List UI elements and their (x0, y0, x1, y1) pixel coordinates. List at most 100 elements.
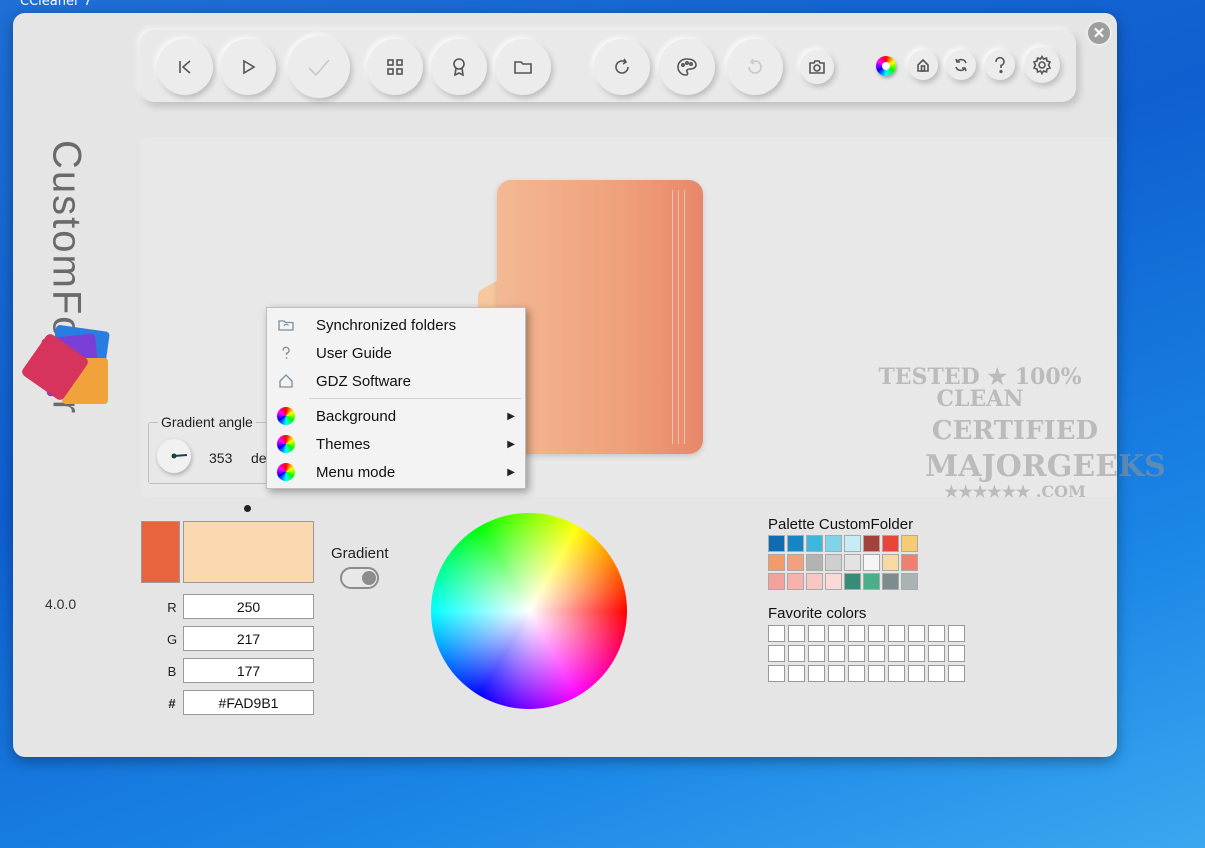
favorite-color-slot[interactable] (828, 625, 845, 642)
palette-swatch[interactable] (768, 535, 785, 552)
r-field[interactable] (183, 594, 314, 619)
home-button[interactable] (908, 50, 938, 80)
apply-button[interactable] (288, 36, 350, 98)
help-button[interactable] (985, 50, 1015, 80)
palette-swatch[interactable] (844, 573, 861, 590)
favorite-color-slot[interactable] (888, 665, 905, 682)
favorite-color-slot[interactable] (828, 665, 845, 682)
palette-swatch[interactable] (882, 535, 899, 552)
camera-icon (809, 60, 825, 74)
favorite-color-slot[interactable] (848, 665, 865, 682)
favorite-color-slot[interactable] (868, 625, 885, 642)
palette-swatch[interactable] (863, 535, 880, 552)
favorite-color-slot[interactable] (948, 625, 965, 642)
folder-button[interactable] (495, 39, 551, 95)
palette-swatch[interactable] (787, 554, 804, 571)
palette-swatch[interactable] (825, 535, 842, 552)
watermark-line-4: ★★★★★★ .COM (944, 482, 1086, 501)
settings-button[interactable] (1024, 47, 1060, 83)
favorite-color-slot[interactable] (848, 625, 865, 642)
secondary-color-swatch[interactable] (183, 521, 314, 583)
favorite-color-slot[interactable] (888, 645, 905, 662)
b-field[interactable] (183, 658, 314, 683)
favorite-color-slot[interactable] (868, 665, 885, 682)
sync-button[interactable] (946, 50, 976, 80)
undo-button[interactable] (727, 39, 783, 95)
gradient-label: Gradient (331, 545, 389, 562)
palette-button[interactable] (659, 39, 715, 95)
favorite-color-slot[interactable] (888, 625, 905, 642)
favorite-color-slot[interactable] (768, 625, 785, 642)
favorite-color-slot[interactable] (808, 645, 825, 662)
close-icon: ✕ (1092, 25, 1106, 42)
favorite-color-slot[interactable] (928, 625, 945, 642)
palette-swatch[interactable] (768, 573, 785, 590)
hex-label: # (168, 696, 176, 711)
favorite-color-slot[interactable] (788, 625, 805, 642)
palette-swatch[interactable] (787, 535, 804, 552)
palette-swatch[interactable] (844, 554, 861, 571)
folder-edge-line (678, 190, 679, 444)
palette-swatch[interactable] (901, 535, 918, 552)
g-label: G (166, 632, 178, 647)
screenshot-button[interactable] (800, 50, 834, 84)
hex-field[interactable] (183, 690, 314, 715)
close-button[interactable]: ✕ (1086, 20, 1112, 46)
refresh-button[interactable] (594, 39, 650, 95)
favorite-color-slot[interactable] (948, 665, 965, 682)
primary-color-swatch[interactable] (141, 521, 180, 583)
favorite-color-slot[interactable] (908, 665, 925, 682)
menu-item-label: Background (316, 407, 397, 425)
menu-item-menu-mode[interactable]: Menu mode ▶ (267, 458, 525, 486)
palette-swatch[interactable] (768, 554, 785, 571)
active-swatch-indicator (244, 505, 251, 512)
gradient-toggle[interactable] (340, 567, 379, 589)
palette-swatch[interactable] (844, 535, 861, 552)
menu-item-gdz-software[interactable]: GDZ Software (267, 367, 525, 395)
favorite-color-slot[interactable] (948, 645, 965, 662)
grid-button[interactable] (367, 39, 423, 95)
menu-item-background[interactable]: Background ▶ (267, 402, 525, 430)
palette-swatch[interactable] (863, 554, 880, 571)
palette-swatch[interactable] (806, 573, 823, 590)
menu-item-synchronized-folders[interactable]: Synchronized folders (267, 311, 525, 339)
skip-back-button[interactable] (157, 39, 213, 95)
favorite-color-slot[interactable] (848, 645, 865, 662)
favorite-color-slot[interactable] (768, 665, 785, 682)
play-button[interactable] (220, 39, 276, 95)
palette-swatch[interactable] (882, 554, 899, 571)
gradient-angle-label: Gradient angle (158, 414, 256, 430)
palette-swatch[interactable] (806, 535, 823, 552)
favorite-color-slot[interactable] (908, 645, 925, 662)
color-wheel[interactable] (431, 513, 627, 709)
angle-value[interactable]: 353 (209, 450, 232, 466)
favorite-color-slot[interactable] (928, 645, 945, 662)
favorite-color-slot[interactable] (828, 645, 845, 662)
palette-swatch[interactable] (901, 554, 918, 571)
palette-swatch[interactable] (901, 573, 918, 590)
favorite-color-slot[interactable] (788, 645, 805, 662)
favorite-color-slot[interactable] (808, 625, 825, 642)
angle-dial[interactable] (157, 439, 191, 473)
palette-swatch[interactable] (806, 554, 823, 571)
favorite-color-slot[interactable] (928, 665, 945, 682)
favorite-color-slot[interactable] (908, 625, 925, 642)
favorite-color-slot[interactable] (768, 645, 785, 662)
favorite-color-slot[interactable] (788, 665, 805, 682)
b-label: B (167, 664, 177, 679)
g-field[interactable] (183, 626, 314, 651)
color-wheel-button[interactable] (876, 56, 896, 76)
palette-swatch[interactable] (825, 573, 842, 590)
favorite-color-slot[interactable] (868, 645, 885, 662)
submenu-arrow-icon: ▶ (507, 438, 515, 450)
favorites-title: Favorite colors (768, 605, 867, 622)
palette-swatch[interactable] (882, 573, 899, 590)
favorite-color-slot[interactable] (808, 665, 825, 682)
menu-item-user-guide[interactable]: User Guide (267, 339, 525, 367)
palette-swatch[interactable] (787, 573, 804, 590)
award-button[interactable] (431, 39, 487, 95)
menu-item-themes[interactable]: Themes ▶ (267, 430, 525, 458)
folder-preview (497, 180, 703, 454)
palette-swatch[interactable] (863, 573, 880, 590)
palette-swatch[interactable] (825, 554, 842, 571)
